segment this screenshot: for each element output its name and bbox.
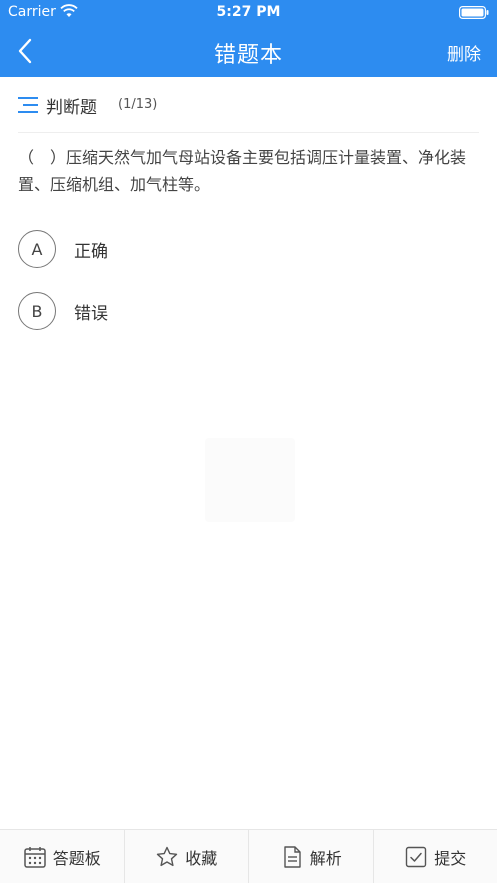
divider (18, 132, 479, 133)
analysis-button[interactable]: 解析 (249, 830, 374, 883)
option-b[interactable]: B 错误 (18, 291, 479, 331)
document-icon (284, 845, 301, 868)
checkbox-icon (406, 846, 427, 867)
question-type-row: 判断题 (1/13) (0, 90, 497, 122)
calendar-icon (23, 846, 46, 868)
question-progress: (1/13) (118, 97, 158, 112)
header: Carrier 5:27 PM 错题本 删除 (0, 0, 497, 77)
answer-sheet-label: 答题板 (52, 848, 101, 868)
battery-icon (459, 6, 489, 19)
watermark (205, 438, 295, 522)
analysis-label: 解析 (309, 848, 342, 868)
question-text: （ ）压缩天然气加气母站设备主要包括调压计量装置、净化装置、压缩机组、加气柱等。 (18, 148, 467, 194)
list-icon[interactable] (18, 95, 38, 115)
option-a[interactable]: A 正确 (18, 229, 479, 269)
option-letter: B (18, 292, 56, 330)
bottom-toolbar: 答题板 收藏 解析 提交 (0, 829, 497, 883)
chevron-left-icon (18, 38, 32, 64)
option-label: 错误 (74, 303, 108, 324)
nav-bar: 错题本 删除 (0, 26, 497, 77)
status-bar: Carrier 5:27 PM (0, 0, 497, 26)
answer-sheet-button[interactable]: 答题板 (0, 830, 125, 883)
page: Carrier 5:27 PM 错题本 删除 判断题 (1/13) （ ）压缩天… (0, 0, 497, 883)
favorite-label: 收藏 (185, 848, 218, 868)
submit-button[interactable]: 提交 (374, 830, 497, 883)
status-time: 5:27 PM (216, 4, 281, 20)
back-button[interactable] (10, 36, 40, 66)
option-label: 正确 (74, 241, 108, 262)
star-icon (157, 846, 178, 866)
option-letter: A (18, 230, 56, 268)
submit-label: 提交 (434, 848, 467, 868)
delete-button[interactable]: 删除 (447, 40, 481, 65)
favorite-button[interactable]: 收藏 (125, 830, 249, 883)
question-type: 判断题 (46, 98, 97, 118)
page-title: 错题本 (213, 43, 283, 68)
